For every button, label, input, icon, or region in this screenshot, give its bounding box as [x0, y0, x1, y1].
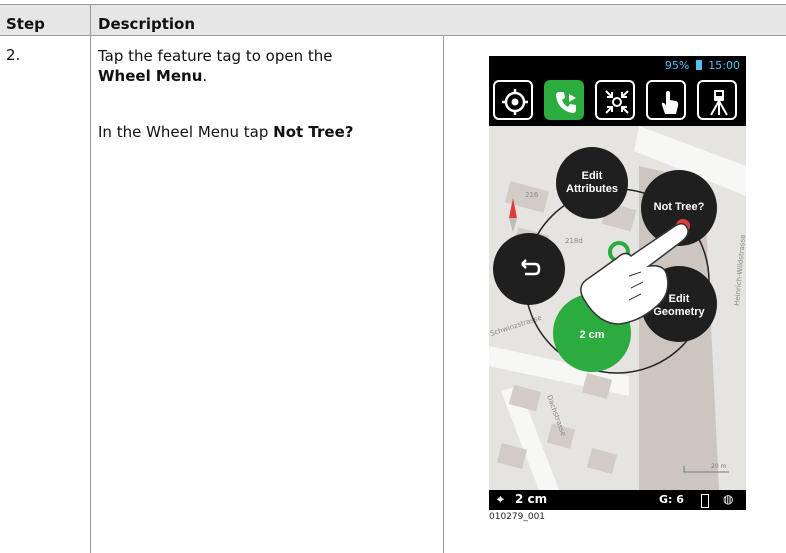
column-divider-1: [90, 4, 91, 553]
instruction-1-bold: Wheel Menu: [98, 67, 203, 85]
instruction-1-text: Tap the feature tag to open the: [98, 47, 333, 65]
instruction-2-bold: Not Tree?: [273, 123, 354, 141]
location-icon: ⌖: [497, 492, 504, 506]
header-description: Description: [98, 15, 196, 33]
hand-tap-button[interactable]: [646, 80, 686, 120]
edit-attributes-line2: Attributes: [566, 183, 618, 195]
accuracy-bubble-label: 2 cm: [579, 329, 604, 341]
figure-caption: 010279_001: [489, 512, 546, 522]
edit-attributes-line1: Edit: [582, 170, 603, 182]
instrument-status-icon: [701, 494, 709, 508]
device-screenshot: 95% 15:00 216 218d Dachstrasse Schwinzst…: [489, 56, 746, 510]
map-view[interactable]: 216 218d Dachstrasse Schwinzstrasse Hein…: [489, 126, 746, 490]
map-label-216: 216: [525, 191, 539, 199]
step-number: 2.: [6, 46, 21, 64]
shrink-button[interactable]: [595, 80, 635, 120]
clock: 15:00: [708, 59, 740, 72]
instrument-button[interactable]: [697, 80, 737, 120]
column-divider-2: [443, 35, 444, 553]
instruction-line-2: In the Wheel Menu tap Not Tree?: [98, 122, 438, 142]
instrument-icon: [710, 90, 728, 116]
header-step: Step: [6, 15, 45, 33]
table-header-row: Step Description: [0, 4, 786, 36]
toolbar: [489, 76, 746, 126]
edit-attributes-button[interactable]: Edit Attributes: [556, 147, 628, 219]
gps-count: G: 6: [659, 493, 684, 506]
instruction-2-text: In the Wheel Menu tap: [98, 123, 269, 141]
edit-geometry-line2: Geometry: [653, 306, 705, 318]
not-tree-label: Not Tree?: [654, 201, 705, 213]
battery-icon: [695, 60, 702, 70]
globe-icon: ◍: [723, 492, 734, 506]
instruction-table: Step Description 2. Tap the feature tag …: [0, 0, 786, 553]
crosshair-button[interactable]: [493, 80, 533, 120]
wheel-back-button[interactable]: [493, 233, 565, 305]
bottom-accuracy: 2 cm: [515, 492, 548, 506]
battery-level: 95%: [664, 59, 690, 72]
crosshair-icon: [502, 89, 528, 115]
bottom-bar: ⌖ 2 cm G: 6 ◍: [489, 490, 746, 510]
status-bar: 95% 15:00: [489, 56, 746, 76]
hand-tap-icon: [661, 91, 679, 114]
edit-geometry-line1: Edit: [669, 293, 690, 305]
map-scale-label: 20 m: [711, 463, 727, 470]
shrink-icon: [605, 90, 629, 114]
instruction-line-1: Tap the feature tag to open the Wheel Me…: [98, 46, 438, 86]
status-right: 95% 15:00: [665, 59, 740, 72]
map-label-218d: 218d: [565, 237, 583, 245]
instruction-1-end: .: [202, 67, 208, 85]
phone-icon: [556, 92, 576, 113]
phone-button[interactable]: [544, 80, 584, 120]
